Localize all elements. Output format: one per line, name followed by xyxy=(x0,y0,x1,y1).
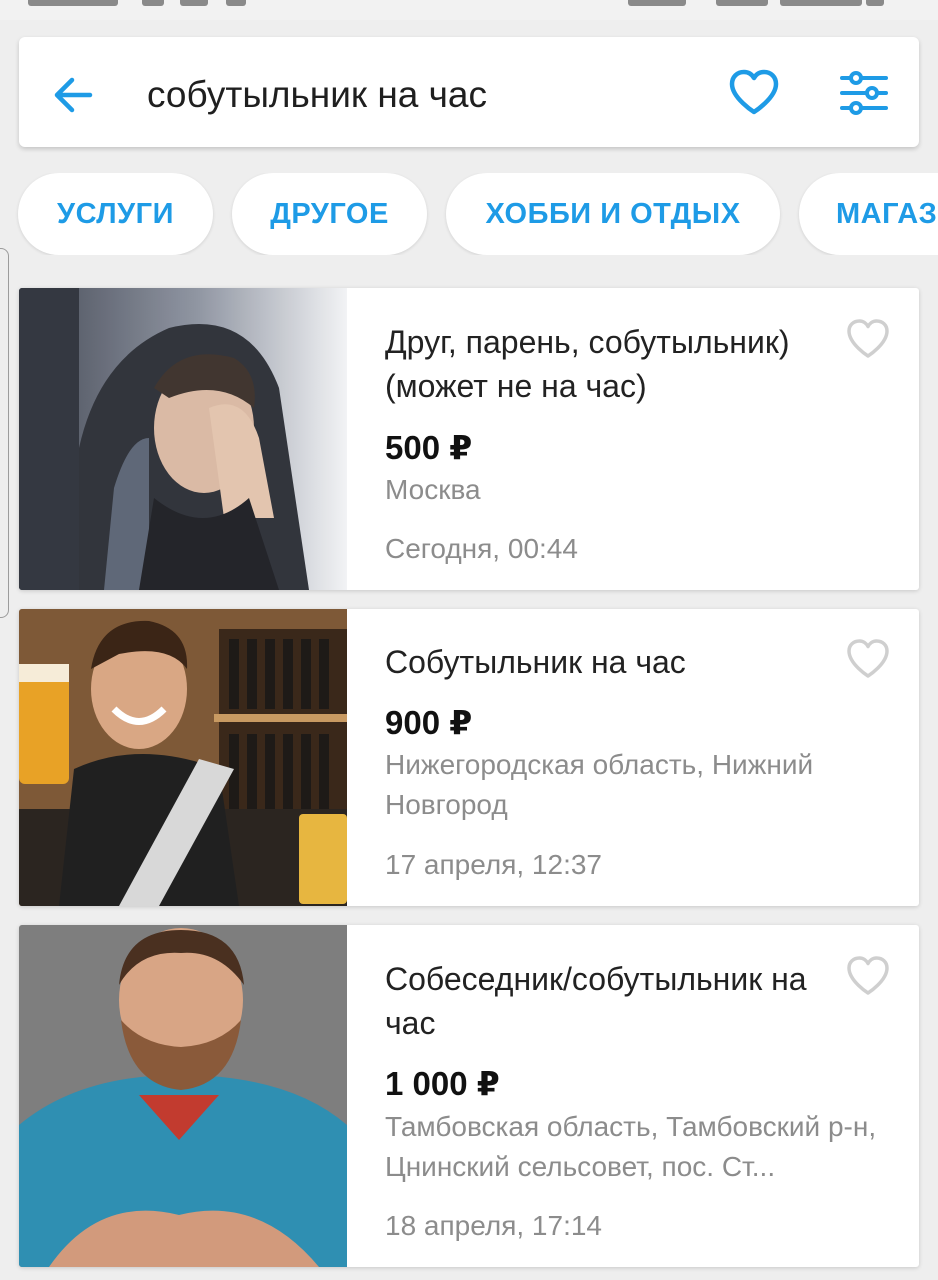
heart-icon xyxy=(847,956,889,995)
status-bar xyxy=(0,0,938,20)
listing-location: Тамбовская область, Тамбовский р-н, Цнин… xyxy=(385,1111,877,1182)
listing-date: 18 апреля, 17:14 xyxy=(385,1210,602,1241)
chip-other[interactable]: ДРУГОЕ xyxy=(232,173,427,255)
category-chips: УСЛУГИ ДРУГОЕ ХОББИ И ОТДЫХ МАГАЗ xyxy=(0,173,938,255)
listing-title: Друг, парень, собутыльник) (может не на … xyxy=(385,324,790,404)
heart-icon xyxy=(847,319,889,358)
sync-icon xyxy=(226,0,246,6)
listing-card[interactable]: Собеседник/собутыльник на час 1 000 ₽ Та… xyxy=(19,925,919,1267)
listing-location: Нижегородская область, Нижний Новгород xyxy=(385,749,814,820)
notification-icon xyxy=(142,0,164,6)
listing-card[interactable]: Собутыльник на час 900 ₽ Нижегородская о… xyxy=(19,609,919,906)
favorite-button[interactable] xyxy=(845,955,891,997)
signal-icon xyxy=(716,0,768,6)
status-time xyxy=(28,0,118,6)
listing-price: 900 ₽ xyxy=(385,704,473,741)
listing-price: 1 000 ₽ xyxy=(385,1065,500,1102)
battery-icon xyxy=(866,0,884,6)
chip-services[interactable]: УСЛУГИ xyxy=(18,173,213,255)
network-icon xyxy=(628,0,686,6)
battery-percent xyxy=(780,0,862,6)
listing-photo xyxy=(19,925,347,1267)
search-input[interactable]: собутыльник на час xyxy=(147,72,487,118)
sliders-icon xyxy=(840,71,888,115)
edge-panel-handle[interactable] xyxy=(0,248,9,618)
listing-title: Собеседник/собутыльник на час xyxy=(385,961,807,1041)
favorite-button[interactable] xyxy=(845,638,891,680)
listing-title: Собутыльник на час xyxy=(385,644,686,680)
heart-icon xyxy=(729,69,779,115)
listing-price: 500 ₽ xyxy=(385,429,473,466)
message-icon xyxy=(180,0,208,6)
listing-card[interactable]: Друг, парень, собутыльник) (может не на … xyxy=(19,288,919,590)
heart-icon xyxy=(847,639,889,678)
filter-button[interactable] xyxy=(836,68,892,118)
chip-shops[interactable]: МАГАЗ xyxy=(799,173,938,255)
listing-date: Сегодня, 00:44 xyxy=(385,533,578,564)
listing-location: Москва xyxy=(385,474,481,505)
favorite-button[interactable] xyxy=(845,318,891,360)
chip-hobby[interactable]: ХОББИ И ОТДЫХ xyxy=(446,173,780,255)
arrow-left-icon xyxy=(54,77,93,113)
listing-photo xyxy=(19,609,347,906)
listing-date: 17 апреля, 12:37 xyxy=(385,849,602,880)
save-search-button[interactable] xyxy=(727,68,781,118)
listing-photo xyxy=(19,288,347,590)
back-button[interactable] xyxy=(50,72,96,118)
